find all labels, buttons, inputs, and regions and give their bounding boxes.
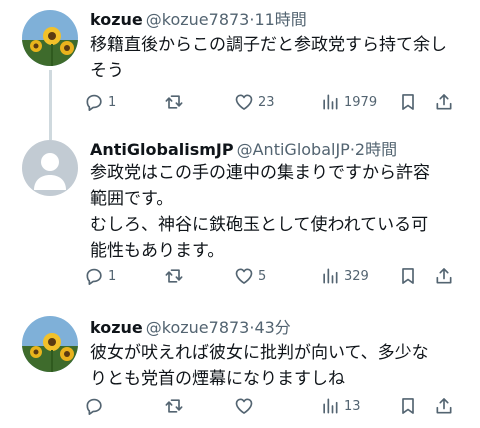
bookmark-button[interactable] — [398, 90, 418, 114]
tweet-text-line: むしろ、神谷に鉄砲玉として使われている可 — [90, 215, 429, 235]
share-icon — [434, 396, 454, 416]
display-name[interactable]: kozue — [90, 318, 143, 337]
views-icon — [320, 266, 340, 286]
retweet-icon — [164, 92, 184, 112]
reply-button[interactable] — [84, 394, 104, 418]
share-button[interactable] — [434, 90, 454, 114]
retweet-button[interactable] — [164, 394, 184, 418]
reply-count: 1 — [108, 94, 117, 110]
bookmark-button[interactable] — [398, 264, 418, 288]
action-bar: 1 5 329 — [84, 264, 464, 288]
views-button[interactable]: 1979 — [320, 90, 377, 114]
reply-count: 1 — [108, 268, 117, 284]
user-handle[interactable]: @kozue7873 — [146, 318, 250, 337]
action-bar: 1 23 1979 — [84, 90, 464, 114]
bookmark-icon — [398, 266, 418, 286]
views-button[interactable]: 329 — [320, 264, 369, 288]
avatar[interactable] — [22, 10, 78, 66]
timestamp[interactable]: ·11時間 — [249, 10, 306, 29]
like-count: 5 — [258, 268, 267, 284]
heart-icon — [234, 266, 254, 286]
reply-icon — [84, 92, 104, 112]
user-handle[interactable]: @kozue7873 — [146, 10, 250, 29]
tweet[interactable]: kozue @kozue7873·43分 彼女が吠えれば彼女に批判が向いて、多少な… — [0, 306, 480, 428]
bookmark-icon — [398, 92, 418, 112]
view-count: 329 — [344, 268, 369, 284]
retweet-button[interactable] — [164, 264, 184, 288]
bookmark-button[interactable] — [398, 394, 418, 418]
views-icon — [320, 396, 340, 416]
tweet-text: 彼女が吠えれば彼女に批判が向いて、多少な りとも党首の煙幕になりますしね — [90, 340, 470, 392]
timestamp[interactable]: ·2時間 — [350, 140, 397, 159]
retweet-icon — [164, 266, 184, 286]
tweet-text: 移籍直後からこの調子だと参政党すら持て余し そう — [90, 32, 470, 84]
views-icon — [320, 92, 340, 112]
tweet-text-line: りとも党首の煙幕になりますしね — [90, 369, 345, 389]
share-icon — [434, 266, 454, 286]
reply-icon — [84, 266, 104, 286]
reply-button[interactable]: 1 — [84, 264, 116, 288]
share-button[interactable] — [434, 394, 454, 418]
tweet-header: kozue @kozue7873·11時間 — [90, 10, 307, 30]
tweet-text-line: 移籍直後からこの調子だと参政党すら持て余し — [90, 35, 447, 55]
tweet-text-line: 彼女が吠えれば彼女に批判が向いて、多少な — [90, 343, 429, 363]
views-button[interactable]: 13 — [320, 394, 361, 418]
avatar[interactable] — [22, 316, 78, 372]
share-button[interactable] — [434, 264, 454, 288]
reply-button[interactable]: 1 — [84, 90, 116, 114]
avatar[interactable] — [22, 140, 78, 196]
tweet-text-line: 能性もあります。 — [90, 241, 225, 261]
reply-icon — [84, 396, 104, 416]
tweet-header: kozue @kozue7873·43分 — [90, 318, 291, 338]
display-name[interactable]: kozue — [90, 10, 143, 29]
tweet-text-line: 参政党はこの手の連中の集まりですから許容 — [90, 163, 430, 183]
tweet-header: AntiGlobalismJP @AntiGlobalJP·2時間 — [90, 140, 397, 160]
like-button[interactable]: 23 — [234, 90, 275, 114]
view-count: 13 — [344, 398, 361, 414]
tweet[interactable]: kozue @kozue7873·11時間 移籍直後からこの調子だと参政党すら持て… — [0, 0, 480, 140]
tweet[interactable]: AntiGlobalismJP @AntiGlobalJP·2時間 参政党はこの手… — [0, 140, 480, 306]
timestamp[interactable]: ·43分 — [249, 318, 290, 337]
display-name[interactable]: AntiGlobalismJP — [90, 140, 234, 159]
like-button[interactable] — [234, 394, 254, 418]
retweet-button[interactable] — [164, 90, 184, 114]
bookmark-icon — [398, 396, 418, 416]
heart-icon — [234, 396, 254, 416]
retweet-icon — [164, 396, 184, 416]
like-button[interactable]: 5 — [234, 264, 266, 288]
tweet-text-line: 範囲です。 — [90, 189, 174, 209]
tweet-text: 参政党はこの手の連中の集まりですから許容 範囲です。 むしろ、神谷に鉄砲玉として… — [90, 160, 470, 264]
view-count: 1979 — [344, 94, 378, 110]
action-bar: 13 — [84, 394, 464, 418]
like-count: 23 — [258, 94, 275, 110]
share-icon — [434, 92, 454, 112]
user-handle[interactable]: @AntiGlobalJP — [237, 140, 350, 159]
heart-icon — [234, 92, 254, 112]
tweet-text-line: そう — [90, 61, 124, 81]
